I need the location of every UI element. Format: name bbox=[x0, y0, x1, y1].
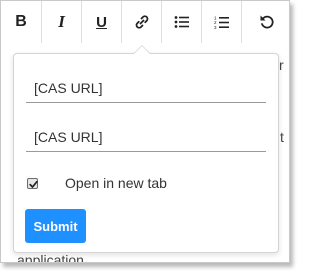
bold-label: B bbox=[15, 13, 27, 30]
numbered-list-icon: 1 2 3 bbox=[214, 15, 229, 30]
italic-button[interactable]: I bbox=[42, 1, 82, 43]
link-icon bbox=[135, 15, 148, 29]
open-new-tab-option[interactable]: Open in new tab bbox=[27, 175, 167, 191]
bullet-list-icon bbox=[174, 16, 189, 28]
editor-toolbar: B I U 1 2 3 bbox=[1, 1, 289, 43]
link-popover: Open in new tab Submit bbox=[13, 53, 279, 253]
numbered-list-button[interactable]: 1 2 3 bbox=[202, 1, 242, 43]
background-text-fragment: r bbox=[279, 57, 284, 73]
background-text-fragment: application bbox=[17, 252, 84, 263]
url-input[interactable] bbox=[26, 73, 266, 103]
checkmark-icon bbox=[29, 180, 38, 188]
open-new-tab-checkbox[interactable] bbox=[27, 177, 38, 189]
submit-button[interactable]: Submit bbox=[25, 209, 86, 243]
undo-button[interactable] bbox=[242, 1, 289, 43]
bold-button[interactable]: B bbox=[1, 1, 42, 43]
url-input-secondary[interactable] bbox=[26, 122, 266, 152]
italic-label: I bbox=[58, 12, 65, 31]
bullet-list-button[interactable] bbox=[162, 1, 202, 43]
underline-label: U bbox=[96, 13, 107, 31]
svg-text:3: 3 bbox=[214, 25, 217, 30]
underline-button[interactable]: U bbox=[82, 1, 122, 43]
popover-arrow-inner bbox=[134, 46, 150, 54]
background-text-fragment: t bbox=[280, 129, 284, 145]
link-button[interactable] bbox=[122, 1, 162, 43]
editor-frame: B I U 1 2 3 r t application [CAS URL] [C… bbox=[0, 0, 290, 263]
open-new-tab-label: Open in new tab bbox=[65, 175, 167, 191]
undo-icon bbox=[260, 15, 274, 29]
